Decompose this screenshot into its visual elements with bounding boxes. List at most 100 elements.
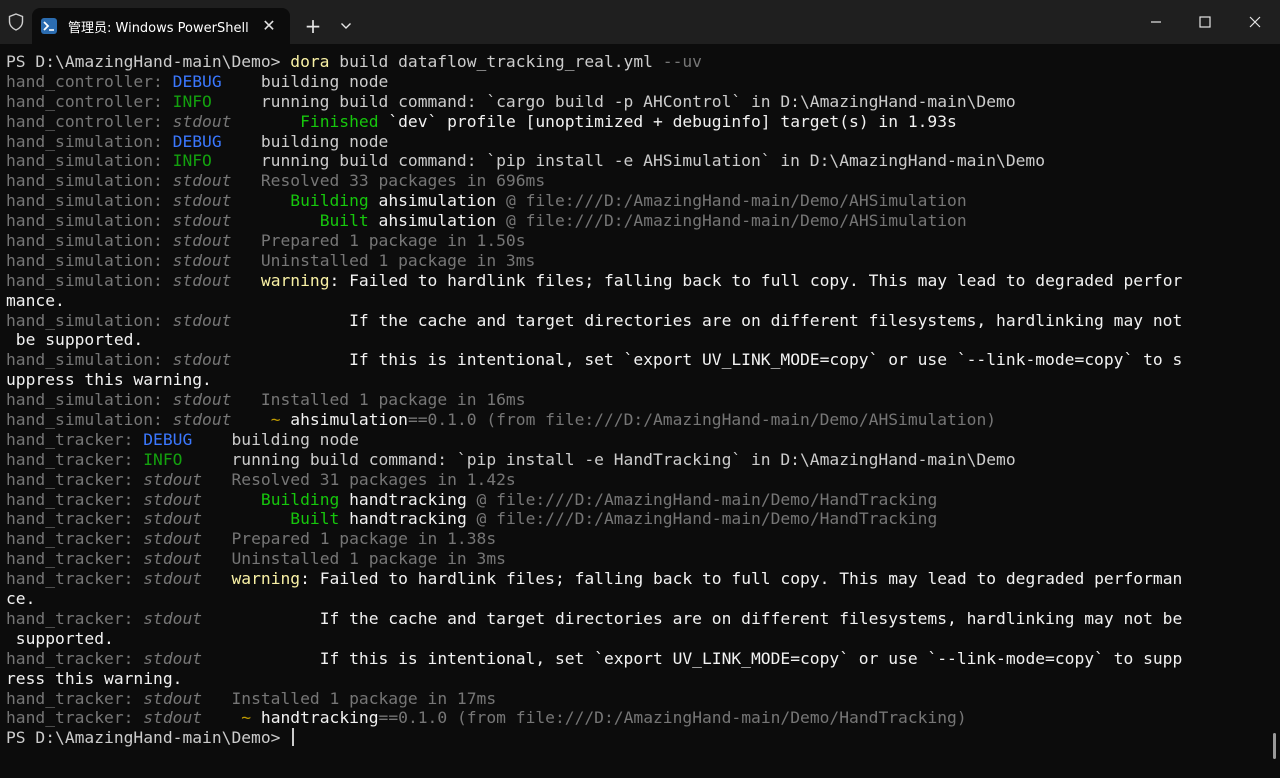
terminal-text: DEBUG [143,429,193,449]
terminal-text: INFO [172,91,212,111]
terminal-text: stdout [172,270,232,290]
close-tab-button[interactable]: ✕ [258,14,280,36]
new-tab-button[interactable]: + [300,13,326,39]
terminal-line: hand_simulation: stdout ~ ahsimulation==… [6,410,1278,430]
terminal-text: stdout [172,111,232,131]
title-bar: 管理员: Windows PowerShell ✕ + [0,0,1280,44]
terminal-text: stdout [143,708,203,728]
terminal-text: @ file:///D:/AmazingHand-main/Demo/HandT… [466,509,938,529]
minimize-button[interactable] [1132,0,1180,44]
terminal-text: stdout [172,250,232,270]
terminal-text: If the cache and target directories are … [231,310,1183,330]
terminal-text: Finished [300,111,379,131]
terminal-text: hand_tracker: [6,688,144,708]
terminal-text: ==0.1.0 (from file:///D:/AmazingHand-mai… [407,410,997,430]
terminal-text: stdout [143,608,203,628]
terminal-text: Prepared 1 package in 1.38s [202,529,497,549]
maximize-button[interactable] [1181,0,1229,44]
terminal-text: hand_tracker: [6,708,144,728]
terminal-text: @ file:///D:/AmazingHand-main/Demo/AHSim… [496,211,967,231]
terminal-text: uppress this warning. [6,370,212,390]
terminal-line: uppress this warning. [6,370,1278,390]
terminal-text: stdout [172,310,232,330]
terminal-text: hand_simulation: [6,231,173,251]
terminal-text: building node [192,429,359,449]
terminal-text: ~ [241,708,252,728]
terminal-line: hand_controller: stdout Finished `dev` p… [6,112,1278,132]
terminal-text: warning [260,270,330,290]
terminal-line: hand_tracker: stdout If the cache and ta… [6,609,1278,629]
terminal-text: running build command: `pip install -e H… [182,449,1016,469]
terminal-text: Resolved 31 packages in 1.42s [202,469,516,489]
terminal-text: stdout [143,469,203,489]
terminal-text: hand_tracker: [6,549,144,569]
tab-dropdown-button[interactable] [334,14,358,38]
terminal-line: hand_tracker: stdout Building handtracki… [6,490,1278,510]
terminal-text: stdout [143,529,203,549]
terminal-text: ce. [6,589,36,609]
terminal-text: : Failed to hardlink files; falling back… [329,270,1183,290]
text-cursor [292,728,295,747]
terminal-line: hand_simulation: stdout warning: Failed … [6,271,1278,291]
terminal-text: `dev` profile [unoptimized + debuginfo] … [378,111,957,131]
terminal-line: hand_tracker: stdout If this is intentio… [6,649,1278,669]
scrollbar[interactable] [1273,733,1276,759]
terminal-output[interactable]: PS D:\AmazingHand-main\Demo> dora build … [0,52,1278,778]
terminal-text: hand_simulation: [6,270,173,290]
terminal-text: hand_tracker: [6,509,144,529]
terminal-text: hand_simulation: [6,151,173,171]
terminal-text: running build command: `cargo build -p A… [211,91,1016,111]
terminal-text: If this is intentional, set `export UV_L… [231,350,1183,370]
terminal-text: DEBUG [172,131,222,151]
terminal-text: PS D:\AmazingHand-main\Demo> [6,52,291,71]
terminal-text: stdout [172,231,232,251]
terminal-line: hand_simulation: stdout Built ahsimulati… [6,211,1278,231]
terminal-text: hand_simulation: [6,410,173,430]
terminal-text: hand_tracker: [6,529,144,549]
terminal-text: hand_controller: [6,111,173,131]
terminal-line: hand_simulation: stdout Building ahsimul… [6,191,1278,211]
terminal-text: hand_simulation: [6,350,173,370]
terminal-text: hand_tracker: [6,429,144,449]
terminal-text: stdout [172,390,232,410]
terminal-line: ce. [6,589,1278,609]
maximize-icon [1199,16,1211,28]
terminal-line: hand_tracker: stdout Resolved 31 package… [6,470,1278,490]
terminal-text: hand_tracker: [6,449,144,469]
terminal-text: stdout [172,171,232,191]
terminal-line: hand_tracker: stdout Uninstalled 1 packa… [6,549,1278,569]
terminal-line: ress this warning. [6,669,1278,689]
terminal-text: hand_tracker: [6,469,144,489]
terminal-text: stdout [172,191,232,211]
terminal-text: stdout [172,410,232,430]
terminal-line: hand_tracker: INFO running build command… [6,450,1278,470]
terminal-text: be supported. [6,330,144,350]
terminal-line: hand_controller: DEBUG building node [6,72,1278,92]
terminal-line: hand_tracker: stdout warning: Failed to … [6,569,1278,589]
plus-icon: + [304,14,322,38]
terminal-text: stdout [143,549,203,569]
terminal-text: hand_simulation: [6,171,173,191]
terminal-line: mance. [6,291,1278,311]
terminal-text: Built [290,509,340,529]
terminal-text: --uv [662,52,702,71]
terminal-text: hand_tracker: [6,608,144,628]
terminal-line: hand_tracker: stdout Installed 1 package… [6,689,1278,709]
close-window-button[interactable] [1231,0,1279,44]
terminal-text: Built [319,211,369,231]
terminal-line: hand_tracker: DEBUG building node [6,430,1278,450]
tab-powershell[interactable]: 管理员: Windows PowerShell ✕ [32,8,290,44]
terminal-line: PS D:\AmazingHand-main\Demo> [6,728,1278,748]
chevron-down-icon [341,23,351,29]
close-icon [1249,16,1261,28]
terminal-line: hand_simulation: INFO running build comm… [6,151,1278,171]
minimize-icon [1151,21,1161,23]
terminal-text: hand_controller: [6,71,173,91]
terminal-line: PS D:\AmazingHand-main\Demo> dora build … [6,52,1278,72]
